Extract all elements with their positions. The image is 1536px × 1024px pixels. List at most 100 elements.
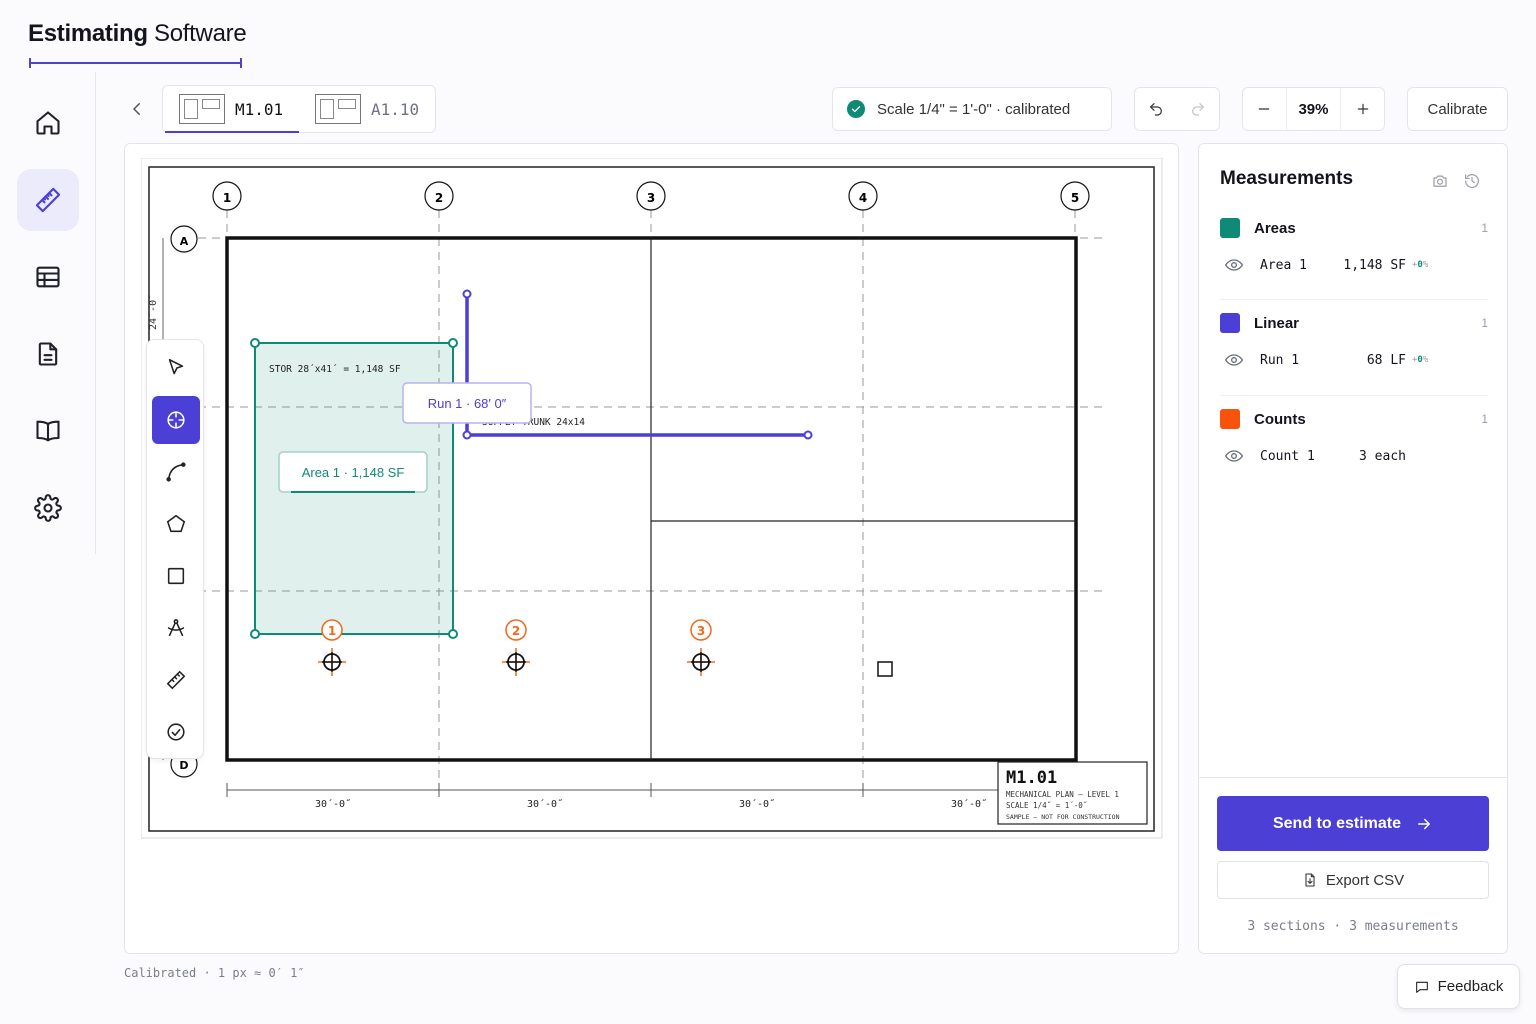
measurement-name: Area 1 [1260,257,1307,273]
section-name: Areas [1254,219,1296,237]
title-block-line: SAMPLE — NOT FOR CONSTRUCTION [1006,813,1120,821]
tool-measure[interactable] [152,656,200,704]
history-controls [1134,87,1220,131]
measurement-row[interactable]: Run 1 68 LF +0% [1220,350,1488,370]
history-button[interactable] [1463,172,1481,190]
grid-bubble-label: 3 [647,191,655,205]
zoom-controls: 39% [1242,87,1385,131]
tool-angle[interactable] [152,604,200,652]
measurement-row[interactable]: Area 1 1,148 SF +0% [1220,255,1488,275]
section-divider [1220,299,1488,300]
dimension-label: 30´-0˝ [527,798,563,810]
nav-library[interactable] [17,400,79,462]
sheet-tab-a110[interactable]: A1.10 [299,86,435,132]
nav-home[interactable] [17,92,79,154]
count-marker-label: 1 [328,624,336,638]
section-count: 1 [1481,412,1488,426]
check-circle-icon [167,723,185,741]
feedback-button[interactable]: Feedback [1397,964,1520,1009]
floor-device-symbol [877,661,893,677]
count-marker-label: 2 [512,624,520,638]
crosshair-icon [167,411,185,429]
eye-icon [1224,450,1244,462]
book-icon [36,420,60,442]
plus-icon [1357,103,1368,115]
tool-count[interactable] [152,396,200,444]
scale-indicator[interactable]: Scale 1/4" = 1'-0" · calibrated [832,87,1112,131]
title-underline [29,58,242,68]
redo-button[interactable] [1177,88,1219,130]
tool-polygon[interactable] [152,500,200,548]
section-name: Linear [1254,314,1300,332]
grid-bubble-label: 2 [435,191,443,205]
pointer-icon [168,358,184,375]
zoom-out-button[interactable] [1243,88,1286,130]
nav-tables[interactable] [17,246,79,308]
send-to-estimate-button[interactable]: Send to estimate [1217,796,1489,851]
section-count: 1 [1481,316,1488,330]
back-button[interactable] [128,100,146,118]
section-counts[interactable]: Counts 1 Count 1 3 each [1220,408,1488,466]
visibility-toggle[interactable] [1224,350,1244,370]
zoom-in-button[interactable] [1341,88,1384,130]
send-to-estimate-label: Send to estimate [1272,814,1402,832]
measurement-value: 3 each [1359,448,1406,464]
tool-palette [146,339,204,759]
grid-bubble-label: D [179,759,188,772]
count-marker-label: 3 [697,624,705,638]
gear-icon [34,494,62,522]
section-swatch [1220,313,1240,333]
measurement-value: 68 LF [1366,352,1406,368]
zoom-level: 39% [1285,88,1342,130]
snapshot-button[interactable] [1431,172,1449,190]
arrow-right-icon [1418,818,1431,829]
chat-icon [1415,981,1428,993]
grid-bubble-label: 4 [859,191,867,205]
nav-documents[interactable] [17,323,79,385]
app-title-rest: Software [147,20,247,47]
area-tag-label: Area 1 · 1,148 SF [302,465,405,480]
tool-check[interactable] [152,708,200,756]
title-block-line: MECHANICAL PLAN — LEVEL 1 [1006,790,1119,799]
measurement-value: 1,148 SF [1343,257,1406,273]
title-block-sheet-number: M1.01 [1006,768,1057,788]
measurement-name: Run 1 [1260,352,1300,368]
tool-curve[interactable] [152,448,200,496]
export-csv-button[interactable]: Export CSV [1217,861,1489,899]
minus-icon [1259,108,1270,110]
history-icon [1465,174,1479,188]
dimension-label: 30´-0˝ [315,798,351,810]
app-title-bold: Estimating [28,20,148,47]
redo-icon [1192,103,1204,116]
panel-title: Measurements [1220,168,1354,189]
grid-bubble-label: A [180,235,189,248]
measurement-row[interactable]: Count 1 3 each [1220,446,1488,466]
section-linear[interactable]: Linear 1 Run 1 68 LF +0% [1220,312,1488,370]
camera-icon [1433,175,1447,187]
panel-separator [1199,777,1507,778]
visibility-toggle[interactable] [1224,255,1244,275]
section-areas[interactable]: Areas 1 Area 1 1,148 SF +0% [1220,217,1488,275]
table-icon [36,266,60,288]
dimension-label: 30´-0˝ [739,798,775,810]
file-download-icon [1305,873,1315,887]
visibility-toggle[interactable] [1224,446,1244,466]
nav-measure[interactable] [17,169,79,231]
room-label: STOR 28´x41´ = 1,148 SF [269,364,401,375]
tool-rectangle[interactable] [152,552,200,600]
ruler-icon [166,670,186,690]
app-title: Estimating Software [28,20,247,48]
eye-icon [1224,354,1244,366]
nav-settings[interactable] [17,477,79,539]
plan-sheet[interactable]: 24´-0˝ 1 2 3 4 5 A D 30´-0˝ 30´-0˝ 30´-0… [141,158,1163,839]
scale-text: Scale 1/4" = 1'-0" · calibrated [877,100,1071,118]
tool-select[interactable] [152,344,200,392]
calibrate-button[interactable]: Calibrate [1407,87,1508,131]
calibration-footnote: Calibrated · 1 px ≈ 0′ 1″ [124,966,305,980]
run-tag-label: Run 1 · 68′ 0″ [428,396,507,411]
home-icon [36,111,60,135]
sheet-tab-m101[interactable]: M1.01 [163,86,299,133]
section-swatch [1220,218,1240,238]
undo-button[interactable] [1135,88,1177,130]
undo-icon [1150,103,1162,116]
